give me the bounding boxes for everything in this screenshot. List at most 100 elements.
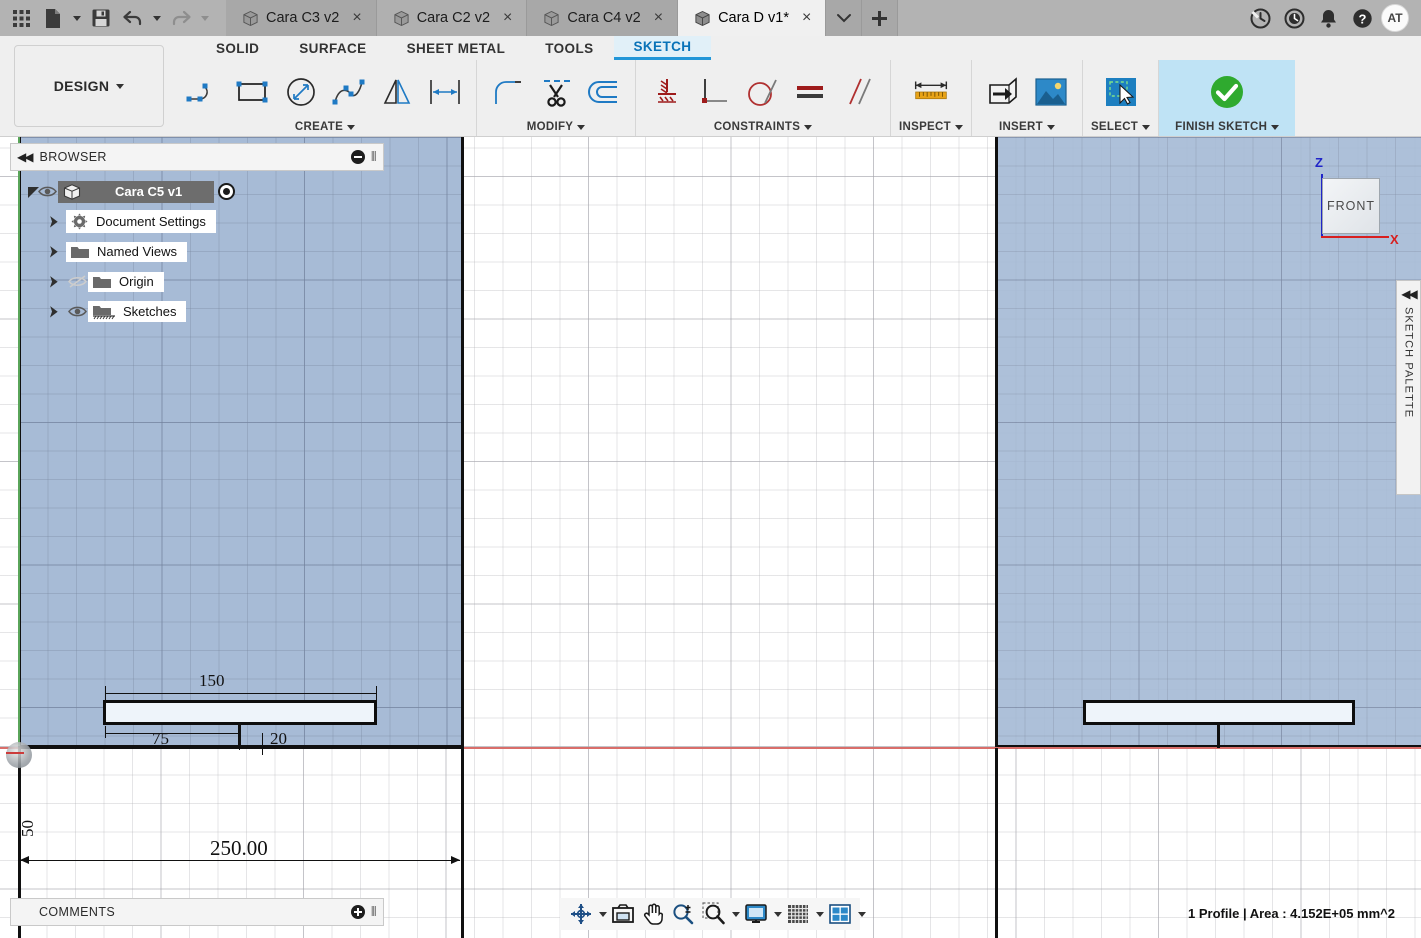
- document-tab-close-icon[interactable]: ×: [802, 10, 811, 26]
- zoom-dropdown-caret[interactable]: [732, 911, 740, 917]
- visibility-eye-icon[interactable]: [66, 305, 88, 318]
- browser-minimize-icon[interactable]: [350, 150, 365, 164]
- document-tab-close-icon[interactable]: ×: [503, 10, 512, 26]
- undo-dropdown-caret[interactable]: [150, 3, 164, 33]
- trim-tool-icon[interactable]: [533, 69, 579, 115]
- recent-activity-icon[interactable]: [1279, 3, 1309, 33]
- panel-inspect-label[interactable]: INSPECT: [899, 121, 963, 134]
- tree-item-document-settings[interactable]: Document Settings: [66, 210, 216, 233]
- orbit-dropdown-caret[interactable]: [599, 911, 607, 917]
- dimension-75-text[interactable]: 75: [152, 729, 169, 749]
- dimension-150-line[interactable]: [105, 693, 377, 695]
- fillet-tool-icon[interactable]: [485, 69, 531, 115]
- view-cube[interactable]: Z X FRONT: [1300, 150, 1410, 260]
- user-avatar[interactable]: AT: [1381, 4, 1409, 32]
- notifications-bell-icon[interactable]: [1313, 3, 1343, 33]
- tab-sheet-metal[interactable]: SHEET METAL: [387, 36, 526, 60]
- visibility-eye-icon[interactable]: [36, 185, 58, 198]
- dimension-20-text[interactable]: 20: [270, 729, 287, 749]
- offset-tool-icon[interactable]: [581, 69, 627, 115]
- panel-insert-label[interactable]: INSERT: [999, 121, 1055, 134]
- activate-component-radio[interactable]: [218, 183, 236, 200]
- grid-snaps-dropdown-caret[interactable]: [816, 911, 824, 917]
- redo-dropdown-caret[interactable]: [198, 3, 212, 33]
- new-file-icon[interactable]: [38, 3, 68, 33]
- circle-tool-icon[interactable]: [278, 69, 324, 115]
- expand-triangle-icon[interactable]: [50, 306, 58, 318]
- sketch-palette-tab[interactable]: ◀◀ SKETCH PALETTE: [1396, 280, 1421, 495]
- sketch-origin-point[interactable]: [6, 742, 32, 768]
- expand-triangle-icon[interactable]: [50, 246, 58, 258]
- document-tab-1[interactable]: Cara C2 v2 ×: [376, 0, 528, 36]
- select-window-icon[interactable]: [1098, 69, 1144, 115]
- sketch-palette-collapse-icon[interactable]: ◀◀: [1401, 287, 1418, 301]
- panel-finish-sketch-label[interactable]: FINISH SKETCH: [1175, 121, 1280, 134]
- document-tab-2[interactable]: Cara C4 v2 ×: [527, 0, 679, 36]
- expand-triangle-icon[interactable]: [50, 276, 58, 288]
- parallel-constraint-icon[interactable]: [836, 69, 882, 115]
- tab-list-dropdown[interactable]: [826, 0, 863, 36]
- look-at-icon[interactable]: [608, 900, 638, 928]
- orbit-icon[interactable]: [566, 900, 596, 928]
- document-tab-3[interactable]: Cara D v1* ×: [678, 0, 827, 36]
- dimension-75-line[interactable]: [105, 733, 240, 735]
- document-tab-close-icon[interactable]: ×: [654, 10, 663, 26]
- slab-left[interactable]: [103, 700, 377, 725]
- new-file-dropdown-caret[interactable]: [70, 3, 84, 33]
- viewport-layout-dropdown-caret[interactable]: [858, 911, 866, 917]
- workspace-switcher[interactable]: DESIGN: [14, 45, 164, 127]
- slab-right-stem[interactable]: [1217, 723, 1220, 748]
- tree-item-origin[interactable]: Origin: [88, 271, 164, 292]
- zoom-window-icon[interactable]: [699, 900, 729, 928]
- tab-solid[interactable]: SOLID: [196, 36, 279, 60]
- perpendicular-constraint-icon[interactable]: [692, 69, 738, 115]
- mirror-tool-icon[interactable]: [374, 69, 420, 115]
- panel-create-label[interactable]: CREATE: [295, 121, 356, 134]
- expand-triangle-icon[interactable]: [50, 216, 58, 228]
- slab-right[interactable]: [1083, 700, 1355, 725]
- measure-icon[interactable]: [908, 69, 954, 115]
- dimension-50-vertical-text[interactable]: 50: [18, 820, 38, 837]
- pan-icon[interactable]: [639, 900, 667, 928]
- panel-finish-sketch[interactable]: FINISH SKETCH: [1159, 60, 1296, 136]
- viewport-layout-icon[interactable]: [825, 900, 855, 928]
- job-status-icon[interactable]: [1245, 3, 1275, 33]
- line-tool-icon[interactable]: [182, 69, 228, 115]
- panel-select-label[interactable]: SELECT: [1091, 121, 1151, 134]
- finish-sketch-check-icon[interactable]: [1204, 69, 1250, 115]
- visibility-eye-off-icon[interactable]: [66, 275, 88, 288]
- panel-constraints-label[interactable]: CONSTRAINTS: [714, 121, 813, 134]
- bottom-right-region-vertical-line[interactable]: [995, 748, 998, 938]
- insert-derive-icon[interactable]: [980, 69, 1026, 115]
- profile-right-inner-vertical-line[interactable]: [995, 137, 998, 748]
- document-tab-close-icon[interactable]: ×: [352, 10, 361, 26]
- grid-snaps-icon[interactable]: [783, 900, 813, 928]
- dimension-150-text[interactable]: 150: [199, 671, 225, 691]
- rectangle-tool-icon[interactable]: [230, 69, 276, 115]
- tab-surface[interactable]: SURFACE: [279, 36, 386, 60]
- undo-icon[interactable]: [118, 3, 148, 33]
- save-icon[interactable]: [86, 3, 116, 33]
- dimension-250-text[interactable]: 250.00: [210, 836, 268, 861]
- browser-collapse-icon[interactable]: ◀◀: [17, 150, 34, 164]
- display-settings-dropdown-caret[interactable]: [774, 911, 782, 917]
- tree-item-named-views[interactable]: Named Views: [66, 241, 187, 262]
- redo-icon[interactable]: [166, 3, 196, 33]
- add-comment-icon[interactable]: [350, 905, 365, 919]
- display-settings-icon[interactable]: [741, 900, 771, 928]
- tree-item-cara-c5[interactable]: Cara C5 v1: [58, 180, 215, 203]
- fix-constraint-icon[interactable]: [644, 69, 690, 115]
- new-tab-button[interactable]: [862, 0, 899, 36]
- spline-tool-icon[interactable]: [326, 69, 372, 115]
- insert-canvas-image-icon[interactable]: [1028, 69, 1074, 115]
- browser-resize-grip[interactable]: ⦀: [371, 149, 377, 165]
- bottom-boundary-line[interactable]: [18, 746, 464, 749]
- profile-left-inner-vertical-line[interactable]: [461, 137, 464, 748]
- help-icon[interactable]: ?: [1347, 3, 1377, 33]
- comments-resize-grip[interactable]: ⦀: [371, 904, 377, 920]
- app-grid-icon[interactable]: [6, 3, 36, 33]
- viewcube-front-face[interactable]: FRONT: [1322, 178, 1380, 234]
- bottom-right-vertical-line[interactable]: [461, 748, 464, 938]
- tree-item-sketches[interactable]: Sketches: [88, 301, 187, 322]
- panel-modify-label[interactable]: MODIFY: [527, 121, 586, 134]
